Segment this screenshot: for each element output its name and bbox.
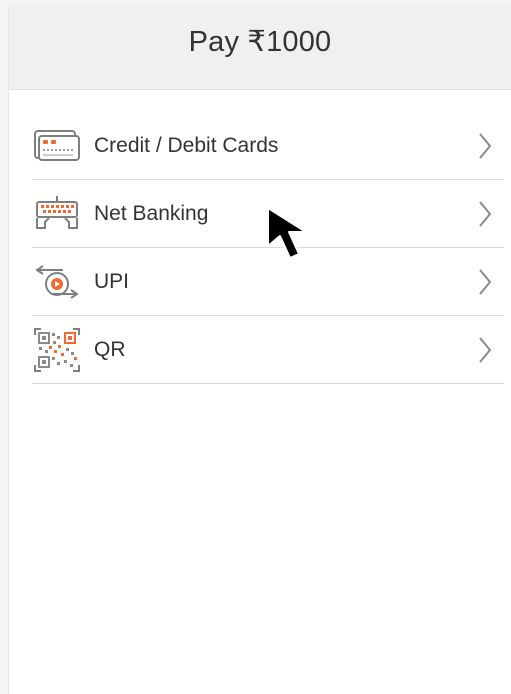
qr-code-icon [32,327,82,373]
net-banking-icon [32,191,82,237]
chevron-right-icon [479,200,492,227]
page-title: Pay ₹1000 [188,25,332,58]
chevron-right-icon [479,268,492,295]
chevron-right-icon [479,336,492,363]
payment-method-qr[interactable]: QR [32,316,504,384]
credit-card-icon [32,123,82,169]
mouse-cursor-icon [267,207,307,259]
method-label: Net Banking [94,201,209,225]
upi-icon [32,259,82,305]
payment-method-credit-debit-cards[interactable]: Credit / Debit Cards [32,112,504,180]
chevron-right-icon [479,132,492,159]
header: Pay ₹1000 [9,5,511,90]
method-label: Credit / Debit Cards [94,133,279,157]
payment-panel: Pay ₹1000 Credit / Debit Cards Net Banki… [8,5,511,694]
method-label: UPI [94,269,130,293]
method-label: QR [94,337,126,361]
